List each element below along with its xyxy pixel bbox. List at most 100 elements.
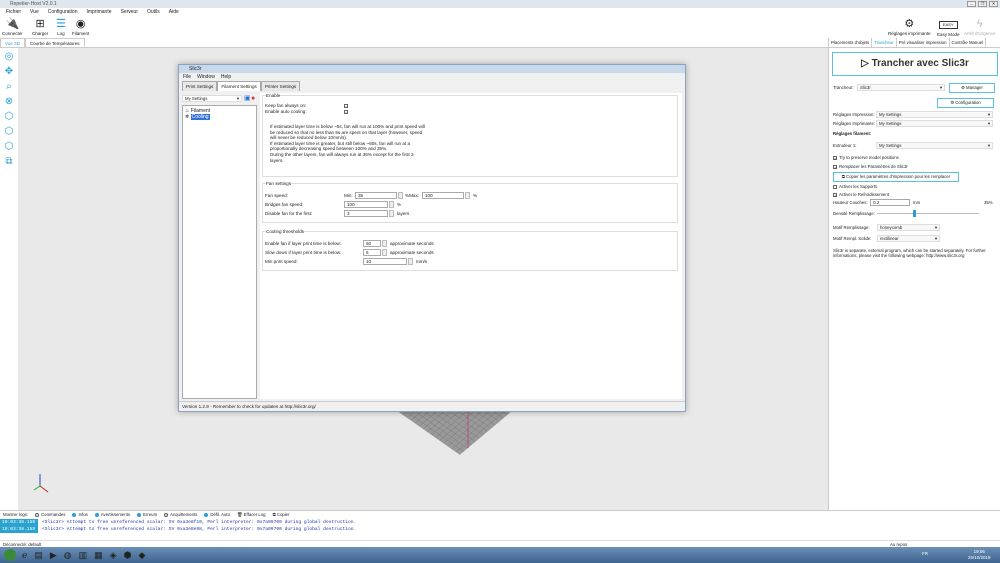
layer-height-input[interactable]: 0.2: [870, 199, 910, 206]
copy-settings-label: Copier les paramètres d'impression pour …: [846, 174, 951, 179]
load-button[interactable]: ⊞ Charger: [32, 18, 48, 36]
menu-fichier[interactable]: Fichier: [6, 8, 21, 16]
tab-slicer[interactable]: Trancheur: [872, 38, 897, 47]
clear-log-button[interactable]: 🗑 Effacer Log: [237, 511, 266, 519]
cube-side-icon[interactable]: ⬡: [3, 141, 15, 153]
infill-slider[interactable]: [877, 210, 979, 217]
disable-first-input[interactable]: 3: [344, 210, 388, 217]
menu-configuration[interactable]: Configuration: [48, 8, 78, 16]
filter-acks[interactable]: Acquittements: [164, 511, 197, 519]
settings-tree: ♨ Filament ❄ Cooling: [182, 105, 257, 399]
zoom-icon[interactable]: ⌕: [3, 81, 15, 93]
menu-vue[interactable]: Vue: [30, 8, 39, 16]
override-checkbox[interactable]: ✓ Remplacer les Paramètres de Slic3r: [833, 163, 908, 170]
slice-button[interactable]: ▷ Trancher avec Slic3r: [832, 52, 998, 76]
tab-object-placement[interactable]: Placements d'objets: [829, 38, 873, 47]
tab-print-settings[interactable]: Print Settings: [182, 81, 218, 91]
save-icon[interactable]: ▣: [244, 95, 251, 102]
max-fan-input[interactable]: 100: [422, 192, 464, 199]
max-fan-spinner[interactable]: [465, 192, 470, 199]
copy-log-button[interactable]: ⧉ Copier: [273, 511, 290, 519]
infill-slider-thumb[interactable]: [912, 210, 916, 217]
ie-icon[interactable]: ℯ: [22, 549, 27, 561]
emergency-stop-button[interactable]: ϟ Arrêt d'Urgence: [964, 18, 995, 36]
menu-aide[interactable]: Aide: [169, 8, 179, 16]
filter-errors[interactable]: Erreurs: [137, 511, 157, 519]
emergency-label: Arrêt d'Urgence: [964, 31, 996, 36]
cube-front-icon[interactable]: ⬡: [3, 111, 15, 123]
tab-temperature-curve[interactable]: Courbe de Températures: [24, 38, 85, 47]
slicer-select[interactable]: Slic3r: [857, 84, 945, 91]
maximize-button[interactable]: ❐: [978, 1, 987, 7]
slic3r-icon[interactable]: ◆: [138, 549, 145, 561]
manager-button[interactable]: ⚙ Manager: [949, 83, 995, 93]
disable-first-spinner[interactable]: [389, 210, 394, 217]
print-settings-select[interactable]: My Settings: [876, 111, 993, 118]
tree-item-cooling[interactable]: ❄ Cooling: [185, 114, 254, 120]
move-icon[interactable]: ✥: [3, 66, 15, 78]
chrome-icon[interactable]: ◍: [64, 549, 72, 561]
cube-iso-icon[interactable]: ⧉: [3, 156, 15, 168]
min-fan-spinner[interactable]: [398, 192, 403, 199]
min-speed-spinner[interactable]: [408, 258, 413, 265]
filter-autoscroll[interactable]: Défil. Auto: [204, 511, 230, 519]
solid-pattern-select[interactable]: rectilinear: [877, 235, 940, 242]
repetier-icon[interactable]: ⬢: [124, 549, 132, 561]
filter-commands[interactable]: Commandes: [35, 511, 65, 519]
clock[interactable]: 19:06 25/10/2018: [968, 549, 991, 561]
log-button[interactable]: ☰ Log: [56, 18, 66, 36]
connect-button[interactable]: 🔌 Connecter: [2, 18, 23, 36]
preserve-checkbox[interactable]: ✓ Try to preserve model positions: [833, 154, 899, 161]
configuration-button[interactable]: ⚙ Configuration: [937, 98, 994, 108]
tab-filament-settings[interactable]: Filament Settings: [217, 81, 261, 91]
keep-fan-checkbox[interactable]: ✓: [344, 104, 348, 109]
auto-cool-checkbox[interactable]: ✓: [344, 110, 348, 115]
menu-outils[interactable]: Outils: [147, 8, 160, 16]
reset-view-icon[interactable]: ⊗: [3, 96, 15, 108]
cooling-checkbox[interactable]: ✓ Activer le Refroidissement: [833, 191, 889, 198]
app-icon[interactable]: ▦: [94, 549, 103, 561]
infill-pattern-select[interactable]: honeycomb: [877, 224, 940, 231]
menu-imprimante[interactable]: Imprimante: [86, 8, 111, 16]
supports-checkbox[interactable]: Activer les Supports: [833, 183, 877, 190]
bridges-spinner[interactable]: [389, 201, 394, 208]
mms-unit: mm/s: [416, 259, 428, 264]
enable-below-input[interactable]: 60: [363, 240, 381, 247]
min-speed-input[interactable]: 10: [363, 258, 407, 265]
min-fan-input[interactable]: 35: [355, 192, 397, 199]
dialog-menu-help[interactable]: Help: [221, 73, 231, 81]
filter-infos[interactable]: Infos: [72, 511, 88, 519]
language-indicator[interactable]: FR: [922, 551, 928, 556]
cube-top-icon[interactable]: ⬡: [3, 126, 15, 138]
printer-settings-select[interactable]: My Settings: [876, 120, 993, 127]
minimize-button[interactable]: –: [967, 1, 976, 7]
slow-below-input[interactable]: 5: [363, 249, 381, 256]
tab-print-preview[interactable]: Pré visualiser impression: [897, 38, 950, 47]
filament-button[interactable]: ◉ Filament: [72, 18, 89, 36]
delete-icon[interactable]: ●: [251, 95, 255, 102]
printer-settings-label: Réglages imprimante: [888, 31, 931, 36]
log-label: Montrer logs:: [3, 512, 29, 517]
enable-below-spinner[interactable]: [382, 240, 387, 247]
copy-settings-button[interactable]: ⧉ Copier les paramètres d'impression pou…: [833, 172, 959, 182]
slow-below-spinner[interactable]: [382, 249, 387, 256]
extruder-select[interactable]: My Settings: [876, 142, 993, 149]
rotate-icon[interactable]: ◎: [3, 51, 15, 63]
media-icon[interactable]: ▶: [50, 549, 57, 561]
close-button[interactable]: ✕: [989, 1, 998, 7]
dialog-menu-file[interactable]: File: [183, 73, 191, 81]
bridges-input[interactable]: 100: [344, 201, 388, 208]
tab-manual-control[interactable]: Contrôle Manuel: [950, 38, 987, 47]
app-icon[interactable]: ◈: [110, 549, 117, 561]
tab-3d-view[interactable]: Vue 3D: [0, 38, 25, 47]
menu-serveur[interactable]: Serveur: [121, 8, 139, 16]
explorer-icon[interactable]: ▥: [79, 549, 88, 561]
preset-select[interactable]: My Settings: [182, 95, 242, 102]
folder-icon[interactable]: ▤: [34, 549, 43, 561]
filter-warnings[interactable]: Avertissements: [94, 511, 130, 519]
tab-printer-settings[interactable]: Printer Settings: [260, 81, 301, 91]
easy-mode-button[interactable]: EASY Easy Mode: [937, 18, 960, 37]
dialog-menu-window[interactable]: Window: [197, 73, 215, 81]
printer-settings-button[interactable]: ⚙ Réglages imprimante: [888, 18, 931, 36]
start-button[interactable]: [4, 549, 16, 561]
